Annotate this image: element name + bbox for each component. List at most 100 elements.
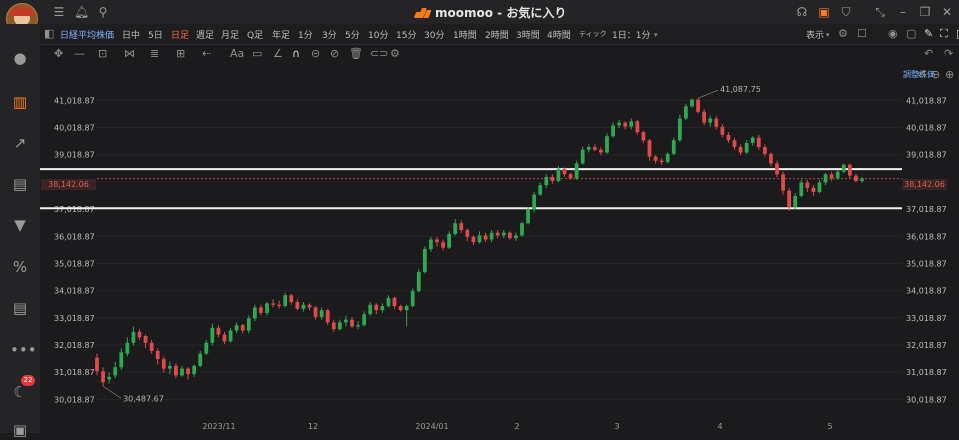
date-label: 4	[717, 422, 722, 431]
notification-badge: 22	[21, 375, 35, 386]
tab-timeframe[interactable]: 1分	[298, 28, 313, 41]
candle-body	[410, 291, 415, 307]
tab-timeframe[interactable]: 週足	[196, 28, 214, 41]
candle-body	[319, 310, 324, 317]
text-tool-icon[interactable]: Aa	[230, 48, 244, 60]
minimize-icon[interactable]: –	[896, 5, 910, 19]
magnet-icon[interactable]: ∩	[292, 48, 300, 60]
ruler-tool-icon[interactable]: ∠	[273, 48, 283, 60]
candle-body	[854, 175, 858, 182]
tab-timeframe[interactable]: 5分	[345, 28, 360, 41]
undo-icon[interactable]: ↶	[924, 48, 933, 60]
tab-timeframe[interactable]: 月足	[221, 28, 239, 41]
hide-drawing-icon[interactable]: ⊘	[330, 48, 339, 60]
user-icon[interactable]: ●	[10, 48, 30, 68]
trash-icon[interactable]: 🗑︎	[349, 48, 363, 60]
filter-icon[interactable]: ▼	[10, 215, 30, 235]
tab-timeframe[interactable]: ティック	[579, 29, 607, 39]
redo-icon[interactable]: ↷	[944, 48, 953, 60]
settings-icon[interactable]: ⚙	[838, 28, 848, 40]
drawing-settings-icon[interactable]: ⚙	[390, 48, 400, 60]
candle-body	[143, 335, 148, 343]
measure-tool-icon[interactable]: ⊞	[176, 48, 185, 60]
candle-body	[331, 322, 336, 330]
percent-icon[interactable]: %	[10, 257, 30, 277]
window-icon[interactable]: ▢	[906, 28, 916, 40]
document-icon[interactable]: ▤	[10, 298, 30, 318]
candle-body	[514, 235, 518, 239]
analysis-icon[interactable]: ▤	[10, 174, 30, 194]
tab-timeframe[interactable]: 1時間	[453, 28, 477, 41]
candle-body	[568, 174, 573, 179]
tab-timeframe[interactable]: 日中	[122, 28, 140, 41]
tab-timeframe[interactable]: 15分	[396, 28, 416, 41]
layout-icon[interactable]: ☐	[857, 28, 867, 40]
tab-timeframe[interactable]: 3時間	[516, 28, 540, 41]
candlestick-chart-svg[interactable]: 41,018.87 41,018.87 40,018.87 40,018.87 39,0…	[40, 63, 959, 433]
chevron-down-icon[interactable]: ▾	[826, 29, 830, 41]
trend-icon[interactable]: ↗	[10, 133, 30, 153]
display-menu[interactable]: 表示	[806, 28, 824, 41]
timeframe-toolbar: ◧ 日経平均株価 日中 5日 日足 週足 月足 Q足 年足 1分 3分 5分 1…	[40, 24, 959, 45]
menu-icon[interactable]: ☰	[52, 5, 66, 19]
candle-body	[665, 153, 670, 163]
price-chart[interactable]: 41,018.87 41,018.87 40,018.87 40,018.87 39,0…	[40, 63, 959, 433]
shirt-icon[interactable]: ⛉	[839, 5, 853, 19]
candle-body	[726, 134, 731, 141]
search-icon[interactable]: ⚲	[96, 5, 110, 19]
arrow-tool-icon[interactable]: ⇠	[202, 48, 211, 60]
pencil-icon[interactable]: ✎	[924, 28, 933, 40]
tab-timeframe[interactable]: 4時間	[547, 28, 571, 41]
candle-body	[398, 306, 403, 311]
tab-timeframe[interactable]: 2時間	[485, 28, 509, 41]
bell-icon[interactable]: 🔔︎	[74, 5, 89, 19]
tab-timeframe[interactable]: 日足	[171, 28, 189, 41]
tab-timeframe[interactable]: 年足	[272, 28, 290, 41]
candle-body	[125, 342, 130, 354]
app-title: moomoo - お気に入り	[435, 5, 567, 20]
candle-body	[799, 182, 804, 197]
comment-tool-icon[interactable]: ▭	[252, 48, 262, 60]
candle-body	[744, 143, 749, 153]
zoom-out-icon[interactable]: ⊖	[931, 69, 940, 81]
line-tool-icon[interactable]: —	[74, 48, 85, 60]
move-icon[interactable]: ✥	[54, 48, 63, 60]
tab-timeframe[interactable]: 5日	[148, 28, 163, 41]
reset-icon[interactable]: ↺	[917, 69, 926, 81]
headset-icon[interactable]: ☊	[795, 5, 809, 19]
collapse-icon[interactable]: ⤡	[873, 5, 887, 19]
candle-body	[441, 242, 445, 248]
candle-body	[562, 168, 567, 175]
symbol-label[interactable]: 日経平均株価	[60, 28, 114, 41]
pattern-tool-icon[interactable]: ⋈	[124, 48, 135, 60]
candle-body	[259, 307, 263, 313]
candle-body	[635, 121, 640, 133]
lock-drawing-icon[interactable]: ⊝	[311, 48, 320, 60]
candle-body	[374, 304, 379, 311]
lock-icon[interactable]: ▣	[817, 5, 831, 19]
date-label: 2024/01	[415, 422, 448, 431]
chevron-down-icon[interactable]: ▾	[654, 29, 658, 41]
price-label-left: 35,018.87	[54, 259, 95, 268]
candle-body	[325, 310, 330, 323]
zoom-in-icon[interactable]: ⊕	[945, 69, 954, 81]
date-label: 3	[614, 422, 619, 431]
chart-bar-icon[interactable]: ▥	[10, 92, 30, 112]
fullscreen-icon[interactable]: ⛶	[940, 28, 948, 40]
candle-body	[611, 125, 615, 137]
rectangle-tool-icon[interactable]: ⊡	[98, 48, 107, 60]
more-icon[interactable]: ▣	[10, 420, 30, 440]
tab-timeframe[interactable]: 30分	[424, 28, 444, 41]
panel-toggle-icon[interactable]: ◧	[44, 28, 54, 40]
fib-tool-icon[interactable]: ≣	[150, 48, 159, 60]
price-label-right: 35,018.87	[906, 259, 947, 268]
link-icon[interactable]: ⊂⊃	[370, 48, 388, 60]
tab-timeframe[interactable]: 3分	[322, 28, 337, 41]
interval-select[interactable]: 1日：1分	[612, 28, 650, 41]
restore-icon[interactable]: ❐	[918, 5, 932, 19]
chat-icon[interactable]: •••	[10, 340, 37, 360]
camera-icon[interactable]: ◉	[888, 28, 898, 40]
tab-timeframe[interactable]: 10分	[368, 28, 388, 41]
tab-timeframe[interactable]: Q足	[247, 28, 263, 41]
close-icon[interactable]: ✕	[940, 5, 954, 19]
